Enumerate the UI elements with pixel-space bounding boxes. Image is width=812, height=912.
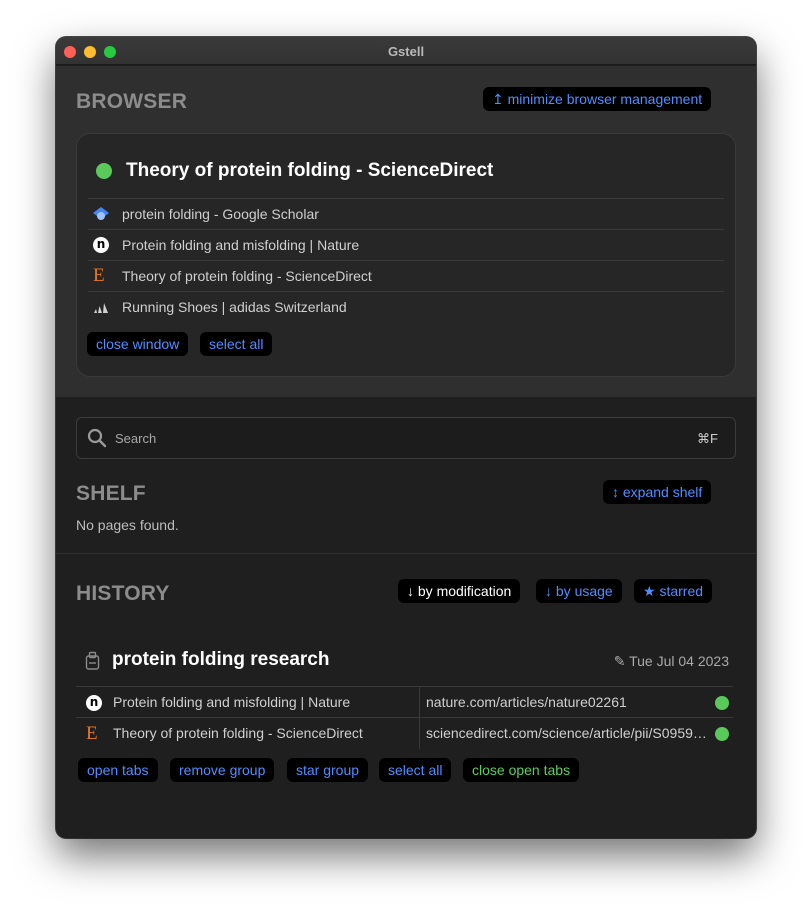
google-scholar-icon [93, 206, 109, 222]
select-all-history-button[interactable]: select all [379, 758, 452, 782]
shelf-empty-text: No pages found. [76, 517, 179, 533]
star-group-button[interactable]: star group [287, 758, 369, 782]
browser-tab-row[interactable]: n Protein folding and misfolding | Natur… [88, 229, 724, 260]
history-group-title[interactable]: protein folding research [112, 649, 329, 671]
open-tabs-button[interactable]: open tabs [78, 758, 158, 782]
starred-filter-button[interactable]: ★ starred [634, 579, 713, 603]
search-icon [87, 428, 107, 453]
tab-label: protein folding - Google Scholar [122, 206, 319, 222]
window-status-dot [96, 163, 112, 179]
history-row-title: Protein folding and misfolding | Nature [113, 694, 351, 710]
nature-icon: n [86, 695, 102, 711]
history-row-url: sciencedirect.com/science/article/pii/S0… [426, 725, 711, 741]
close-window-button[interactable]: close window [87, 332, 189, 356]
tab-group-icon [85, 651, 101, 676]
window-title: Gstell [387, 44, 425, 59]
browser-tab-row[interactable]: Running Shoes | adidas Switzerland [88, 291, 724, 322]
search-input[interactable]: Search [115, 431, 156, 446]
select-all-tabs-button[interactable]: select all [200, 332, 273, 356]
sort-by-usage-button[interactable]: ↓ by usage [536, 579, 622, 603]
minimize-browser-management-button[interactable]: ↥ minimize browser management [483, 87, 712, 111]
tab-label: Running Shoes | adidas Switzerland [122, 299, 347, 315]
column-divider [419, 718, 420, 749]
browser-tab-row[interactable]: E Theory of protein folding - ScienceDir… [88, 260, 724, 291]
history-row-url: nature.com/articles/nature02261 [426, 694, 627, 710]
history-row-title: Theory of protein folding - ScienceDirec… [113, 725, 363, 741]
history-group-date: ✎ Tue Jul 04 2023 [613, 653, 729, 669]
browser-tab-row[interactable]: protein folding - Google Scholar [88, 198, 724, 229]
browser-window-title[interactable]: Theory of protein folding - ScienceDirec… [126, 160, 493, 182]
search-shortcut: ⌘F [697, 431, 718, 446]
elsevier-icon: E [86, 723, 98, 744]
app-window: Gstell BROWSER ↥ minimize browser manage… [56, 37, 756, 838]
tab-label: Theory of protein folding - ScienceDirec… [122, 268, 372, 284]
browser-panel: BROWSER ↥ minimize browser management Th… [56, 66, 756, 397]
nature-icon: n [93, 237, 109, 253]
open-status-dot [715, 696, 729, 710]
browser-window-card: Theory of protein folding - ScienceDirec… [76, 133, 736, 377]
title-bar: Gstell [56, 37, 756, 65]
shelf-section-title: SHELF [76, 482, 146, 505]
history-section-title: HISTORY [76, 582, 170, 605]
open-status-dot [715, 727, 729, 741]
adidas-icon [93, 299, 109, 315]
column-divider [419, 687, 420, 718]
history-row[interactable]: E Theory of protein folding - ScienceDir… [76, 717, 733, 749]
browser-section-title: BROWSER [76, 90, 188, 113]
expand-shelf-button[interactable]: ↕ expand shelf [603, 480, 712, 504]
close-open-tabs-button[interactable]: close open tabs [463, 758, 580, 782]
elsevier-icon: E [93, 265, 105, 286]
search-bar[interactable]: Search ⌘F [76, 417, 736, 459]
remove-group-button[interactable]: remove group [170, 758, 275, 782]
tab-label: Protein folding and misfolding | Nature [122, 237, 360, 253]
section-divider [56, 553, 756, 554]
sort-by-modification-button[interactable]: ↓ by modification [398, 579, 521, 603]
history-row[interactable]: n Protein folding and misfolding | Natur… [76, 686, 733, 718]
